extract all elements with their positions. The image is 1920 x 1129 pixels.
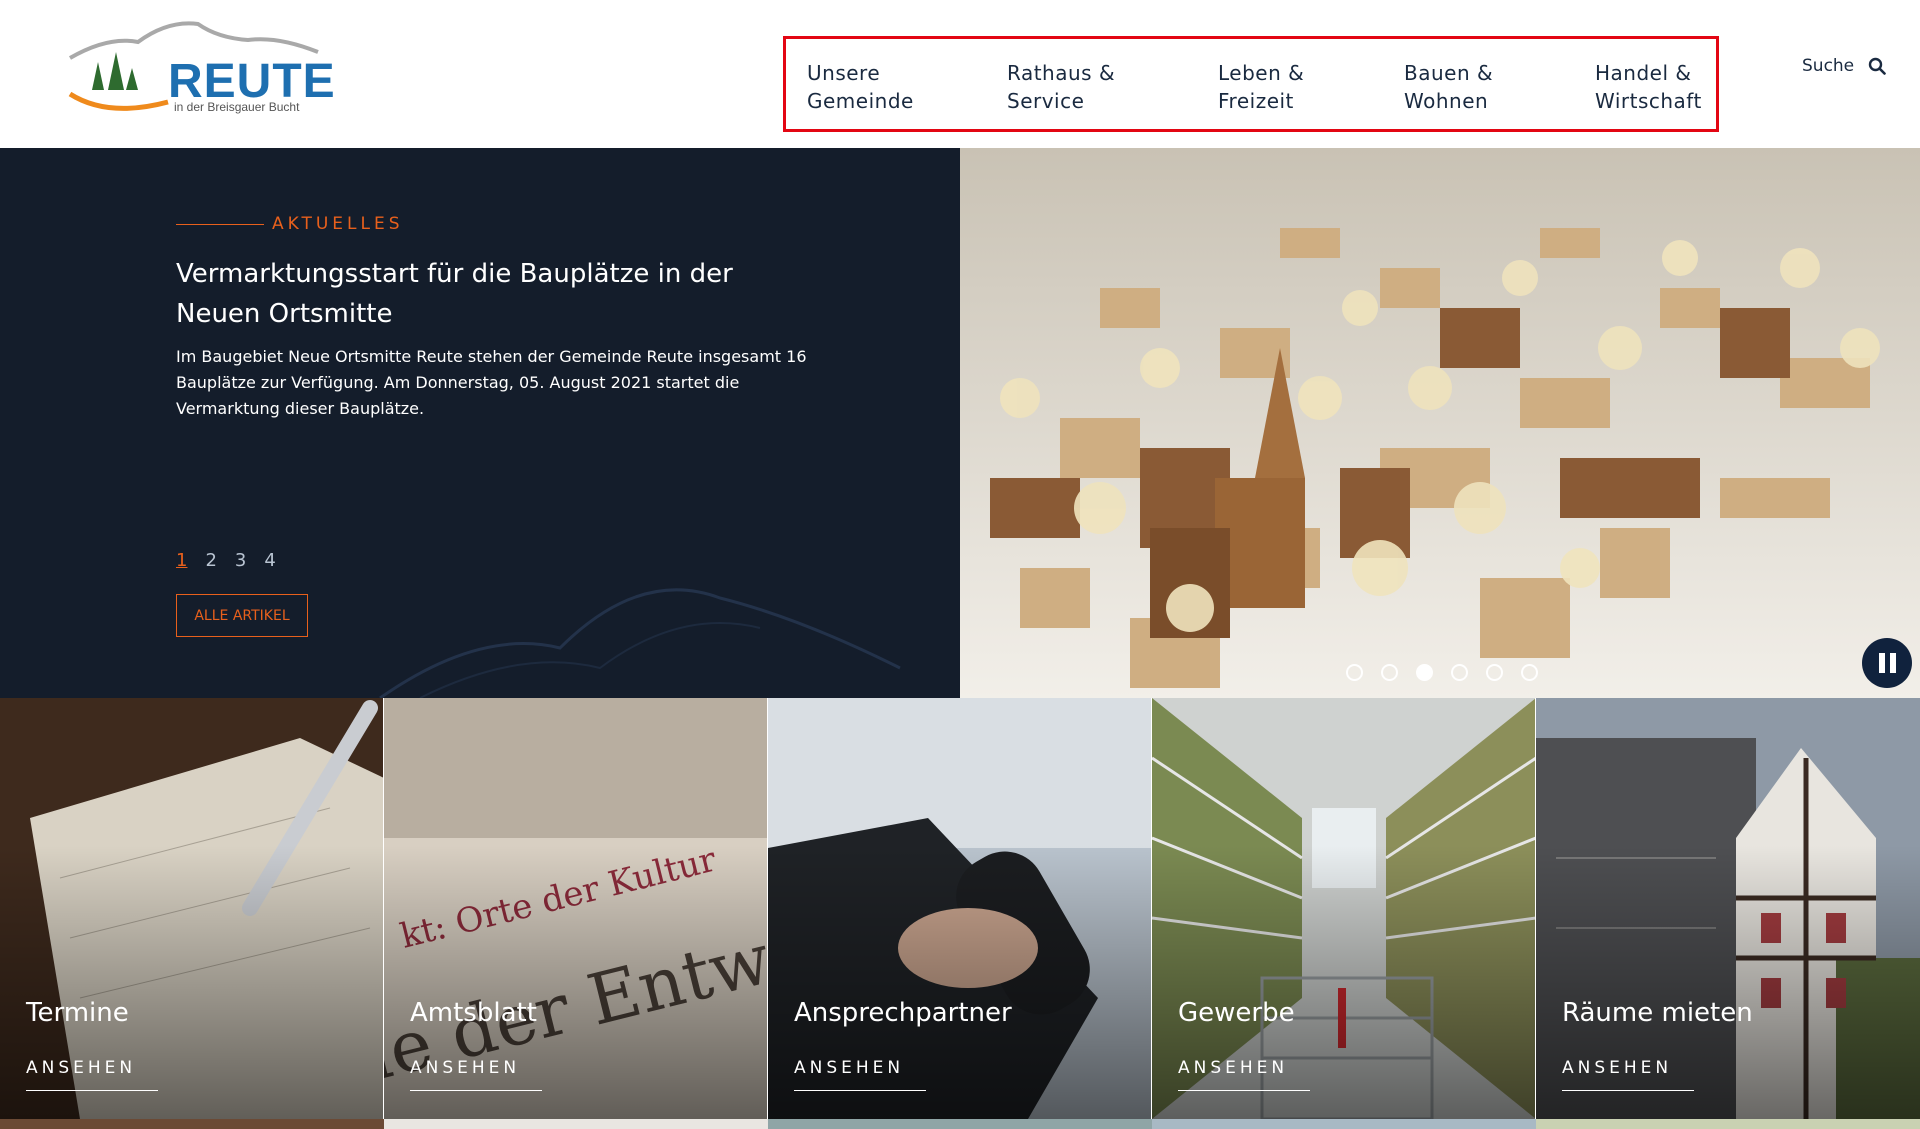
tile-ansprechpartner[interactable]: Ansprechpartner ANSEHEN: [768, 698, 1152, 1119]
nav-item-rathaus-service[interactable]: Rathaus & Service: [1007, 59, 1115, 115]
tile-link[interactable]: ANSEHEN: [26, 1058, 136, 1078]
decorative-hills: [379, 588, 901, 698]
slider-dot[interactable]: [1521, 664, 1538, 681]
tile-amtsblatt[interactable]: kt: Orte der Kultur le der Entw Amtsblat…: [384, 698, 768, 1119]
tile-raeume-mieten[interactable]: Räume mieten ANSEHEN: [1536, 698, 1920, 1119]
search-icon: [1868, 57, 1886, 75]
news-teaser: Im Baugebiet Neue Ortsmitte Reute stehen…: [176, 347, 807, 418]
nav-item-bauen-wohnen[interactable]: Bauen & Wohnen: [1404, 59, 1493, 115]
news-title[interactable]: Vermarktungsstart für die Bauplätze in d…: [176, 254, 816, 334]
slider-dot[interactable]: [1381, 664, 1398, 681]
news-panel: AKTUELLES Vermarktungsstart für die Baup…: [0, 148, 960, 698]
tile-title: Gewerbe: [1178, 998, 1295, 1028]
nav-label: Unsere Gemeinde: [807, 61, 914, 113]
main-navigation: Unsere Gemeinde Rathaus & Service Leben …: [783, 36, 1719, 132]
tile-peek: [1536, 1119, 1920, 1129]
hero-image-slider: [960, 148, 1920, 698]
kicker-line: [176, 223, 264, 225]
tile-peek: [1152, 1119, 1536, 1129]
tile-underline: [794, 1090, 926, 1091]
kicker-text: AKTUELLES: [272, 214, 404, 234]
pager-page-2[interactable]: 2: [205, 550, 216, 571]
nav-label: Rathaus & Service: [1007, 61, 1116, 113]
quick-link-tiles: Termine ANSEHEN kt: Orte der Kultur le d…: [0, 698, 1920, 1119]
tile-link[interactable]: ANSEHEN: [410, 1058, 520, 1078]
tile-link[interactable]: ANSEHEN: [1562, 1058, 1672, 1078]
tile-termine[interactable]: Termine ANSEHEN: [0, 698, 384, 1119]
tile-overlay: [384, 698, 767, 1119]
pause-icon: [1878, 653, 1885, 673]
next-row-tiles-peek: [0, 1119, 1920, 1129]
tile-overlay: [1536, 698, 1920, 1119]
tile-underline: [1562, 1090, 1694, 1091]
pager-page-4[interactable]: 4: [264, 550, 275, 571]
tile-underline: [26, 1090, 158, 1091]
tile-link[interactable]: ANSEHEN: [794, 1058, 904, 1078]
tile-peek: [768, 1119, 1152, 1129]
slider-dots: [1346, 664, 1538, 681]
all-articles-button[interactable]: ALLE ARTIKEL: [176, 594, 308, 637]
tile-title: Termine: [26, 998, 129, 1028]
nav-item-handel-wirtschaft[interactable]: Handel & Wirtschaft: [1595, 59, 1702, 115]
tile-underline: [410, 1090, 542, 1091]
tile-gewerbe[interactable]: Gewerbe ANSEHEN: [1152, 698, 1536, 1119]
tile-title: Ansprechpartner: [794, 998, 1012, 1028]
site-logo[interactable]: REUTE in der Breisgauer Bucht: [68, 18, 335, 118]
logo-subtitle: in der Breisgauer Bucht: [174, 100, 300, 114]
slider-dot[interactable]: [1451, 664, 1468, 681]
pause-icon-bar: [1889, 653, 1896, 673]
pause-button[interactable]: [1862, 638, 1912, 688]
search-button[interactable]: Suche: [1802, 56, 1886, 76]
nav-item-unsere-gemeinde[interactable]: Unsere Gemeinde: [807, 59, 914, 115]
tile-peek: [384, 1119, 768, 1129]
nav-item-leben-freizeit[interactable]: Leben & Freizeit: [1218, 59, 1304, 115]
tile-link[interactable]: ANSEHEN: [1178, 1058, 1288, 1078]
tile-underline: [1178, 1090, 1310, 1091]
tile-title: Räume mieten: [1562, 998, 1753, 1028]
nav-label: Leben & Freizeit: [1218, 61, 1305, 113]
tile-peek: [0, 1119, 384, 1129]
tile-overlay: [0, 698, 383, 1119]
tile-title: Amtsblatt: [410, 998, 537, 1028]
slider-dot[interactable]: [1486, 664, 1503, 681]
tile-overlay: [1152, 698, 1535, 1119]
search-label: Suche: [1802, 56, 1855, 76]
site-header: REUTE in der Breisgauer Bucht Unsere Gem…: [0, 0, 1920, 148]
slider-dot-active[interactable]: [1416, 664, 1433, 681]
section-kicker: AKTUELLES: [176, 214, 404, 234]
slider-dot[interactable]: [1346, 664, 1363, 681]
pager-page-3[interactable]: 3: [235, 550, 246, 571]
pager-page-1[interactable]: 1: [176, 550, 187, 571]
news-pager: 1 2 3 4: [176, 550, 276, 571]
architecture-model-image: [960, 148, 1920, 698]
nav-label: Handel & Wirtschaft: [1595, 61, 1702, 113]
tile-overlay: [768, 698, 1151, 1119]
nav-label: Bauen & Wohnen: [1404, 61, 1494, 113]
